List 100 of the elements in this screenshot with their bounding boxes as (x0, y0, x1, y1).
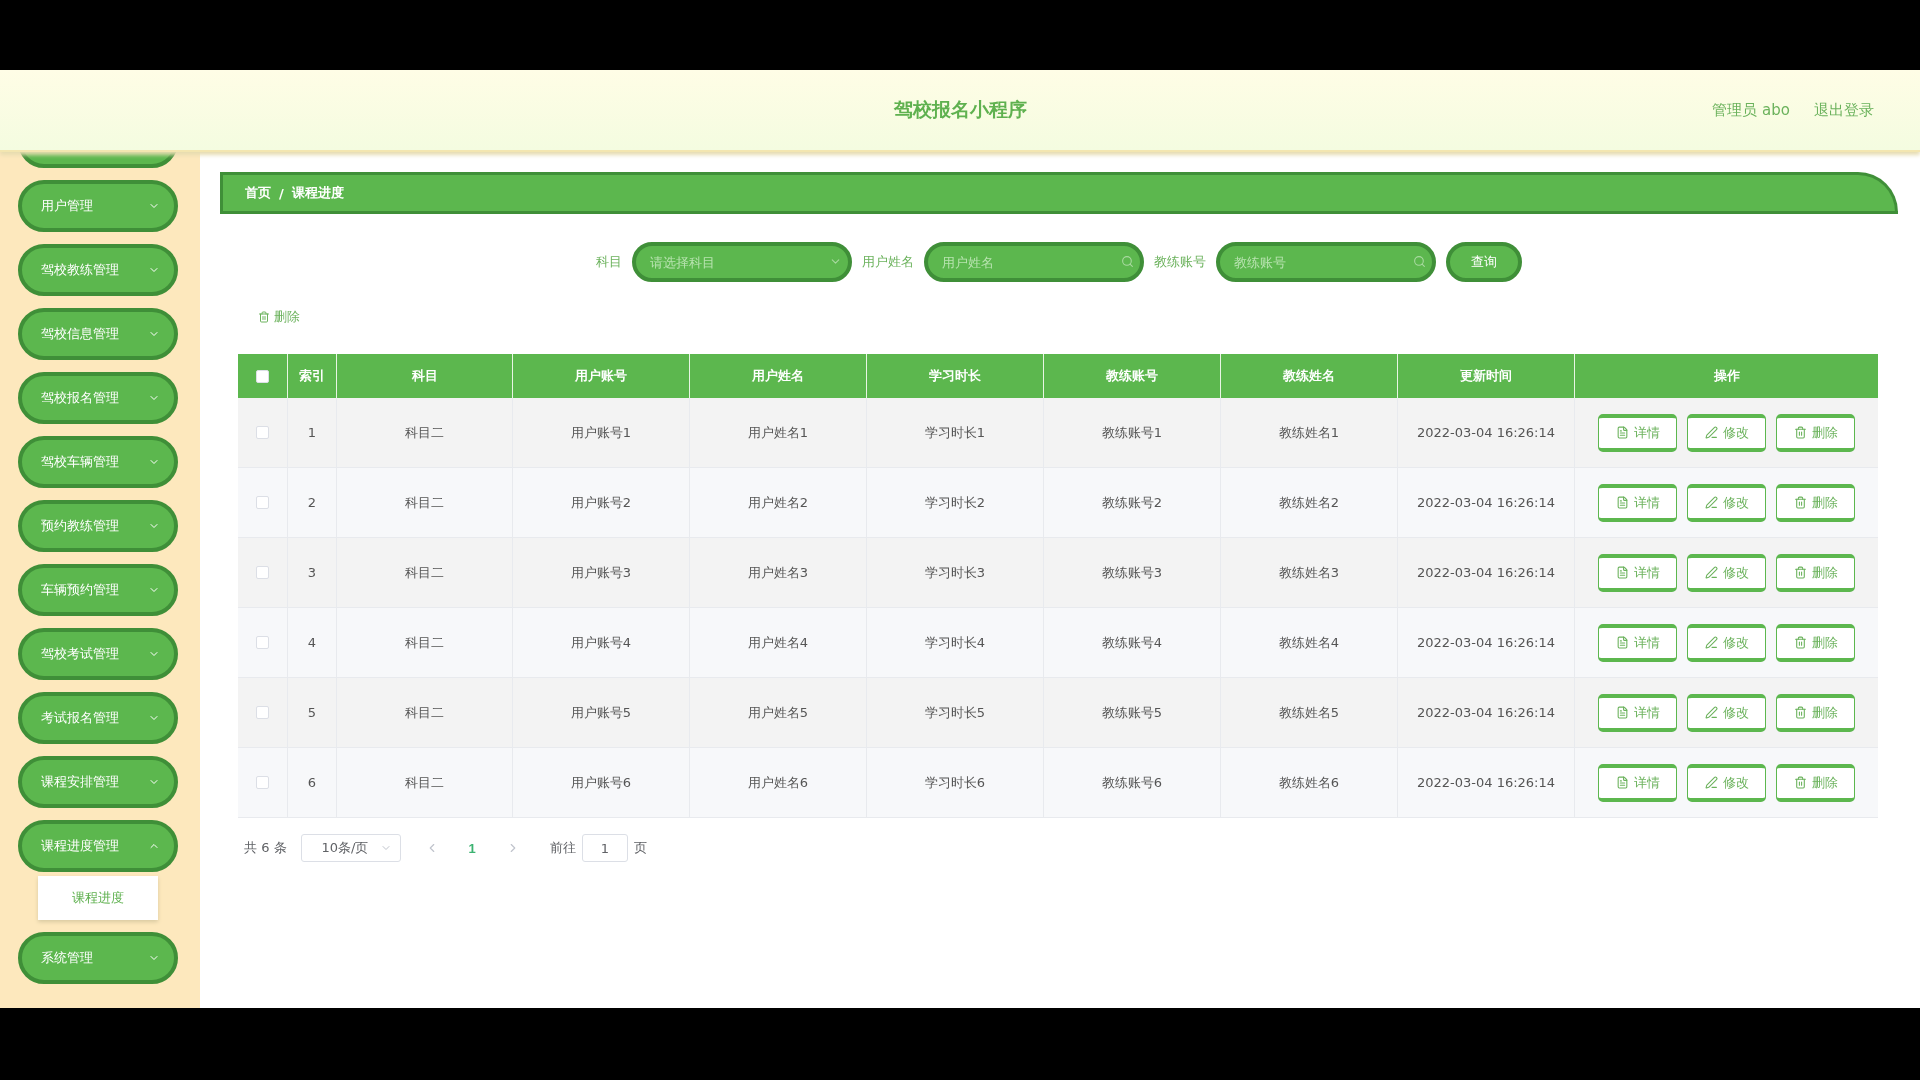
table-cell: 教练账号3 (1044, 538, 1221, 607)
menu-item[interactable]: 驾校考试管理 (18, 628, 178, 680)
breadcrumb-separator: / (279, 185, 284, 201)
delete-button[interactable]: 删除 (1776, 763, 1855, 802)
pencil-icon (1704, 496, 1718, 509)
table-cell: 学习时长1 (867, 398, 1044, 467)
menu-item[interactable]: 驾校信息管理 (18, 308, 178, 360)
query-button[interactable]: 查询 (1446, 242, 1522, 282)
table-cell: 学习时长3 (867, 538, 1044, 607)
pencil-icon (1704, 566, 1718, 579)
delete-button[interactable]: 删除 (1776, 483, 1855, 522)
edit-button[interactable]: 修改 (1687, 693, 1766, 732)
app-title: 驾校报名小程序 (893, 97, 1027, 122)
table-cell: 用户姓名1 (690, 398, 867, 467)
search-icon (1413, 255, 1426, 268)
detail-button[interactable]: 详情 (1598, 413, 1677, 452)
table-cell: 2022-03-04 16:26:14 (1398, 748, 1575, 817)
checkbox[interactable] (256, 426, 269, 439)
table-cell: 科目二 (337, 748, 513, 817)
checkbox[interactable] (256, 706, 269, 719)
field-label: 教练账号 (1154, 253, 1206, 271)
page-input[interactable]: 1 (581, 834, 628, 862)
table-cell: 教练账号5 (1044, 678, 1221, 747)
table-cell: 学习时长6 (867, 748, 1044, 817)
delete-button[interactable]: 删除 (1776, 623, 1855, 662)
table-cell: 1 (288, 398, 337, 467)
table-cell: 2022-03-04 16:26:14 (1398, 398, 1575, 467)
page-unit: 页 (633, 839, 647, 857)
table-cell: 科目二 (337, 468, 513, 537)
pencil-icon (1704, 776, 1718, 789)
page-number[interactable]: 1 (462, 840, 482, 856)
select-field[interactable]: 请选择科目 (632, 242, 852, 282)
table-cell: 教练账号1 (1044, 398, 1221, 467)
checkbox[interactable] (256, 776, 269, 789)
menu-item[interactable]: 驾校报名管理 (18, 372, 178, 424)
edit-button[interactable]: 修改 (1687, 413, 1766, 452)
menu-item[interactable]: 车辆预约管理 (18, 564, 178, 616)
detail-button[interactable]: 详情 (1598, 623, 1677, 662)
table-cell: 5 (288, 678, 337, 747)
menu-item[interactable]: 课程安排管理 (18, 756, 178, 808)
edit-button[interactable]: 修改 (1687, 483, 1766, 522)
table-cell: 教练姓名2 (1221, 468, 1398, 537)
search-field[interactable]: 用户姓名 (924, 242, 1144, 282)
table-cell: 教练姓名5 (1221, 678, 1398, 747)
detail-button[interactable]: 详情 (1598, 763, 1677, 802)
table-cell: 2022-03-04 16:26:14 (1398, 538, 1575, 607)
table-cell: 用户账号4 (513, 608, 690, 677)
document-icon (1615, 426, 1629, 439)
document-icon (1615, 706, 1629, 719)
table-cell: 2022-03-04 16:26:14 (1398, 468, 1575, 537)
logout-link[interactable]: 退出登录 (1814, 100, 1874, 120)
submenu-item[interactable]: 课程进度 (38, 876, 158, 920)
table-cell: 2022-03-04 16:26:14 (1398, 678, 1575, 747)
document-icon (1615, 776, 1629, 789)
edit-button[interactable]: 修改 (1687, 623, 1766, 662)
trash-icon (1793, 426, 1807, 439)
search-field[interactable]: 教练账号 (1216, 242, 1436, 282)
page-size-select[interactable]: 10条/页 (300, 834, 401, 862)
table-cell: 2 (288, 468, 337, 537)
table-cell: 科目二 (337, 678, 513, 747)
checkbox[interactable] (256, 566, 269, 579)
delete-button[interactable]: 删除 (1776, 693, 1855, 732)
menu-item[interactable]: 驾校车辆管理 (18, 436, 178, 488)
table-cell: 用户姓名6 (690, 748, 867, 817)
edit-button[interactable]: 修改 (1687, 553, 1766, 592)
delete-link[interactable]: 删除 (258, 308, 300, 326)
menu-item[interactable]: 课程进度管理 (18, 820, 178, 872)
table-cell: 用户账号2 (513, 468, 690, 537)
menu-item[interactable]: 用户管理 (18, 180, 178, 232)
table-cell: 教练账号2 (1044, 468, 1221, 537)
menu-item[interactable]: 系统管理 (18, 932, 178, 984)
menu-item[interactable]: 驾校教练管理 (18, 244, 178, 296)
table-cell: 用户姓名2 (690, 468, 867, 537)
table-cell: 教练姓名6 (1221, 748, 1398, 817)
table-cell: 用户账号3 (513, 538, 690, 607)
column-header: 操作 (1712, 367, 1741, 385)
breadcrumb-item: 课程进度 (291, 184, 344, 202)
checkbox[interactable] (256, 369, 269, 383)
table-cell: 学习时长4 (867, 608, 1044, 677)
detail-button[interactable]: 详情 (1598, 483, 1677, 522)
edit-button[interactable]: 修改 (1687, 763, 1766, 802)
menu-item[interactable]: 预约教练管理 (18, 500, 178, 552)
table-cell: 用户账号5 (513, 678, 690, 747)
checkbox[interactable] (256, 496, 269, 509)
pencil-icon (1704, 706, 1718, 719)
table-cell: 4 (288, 608, 337, 677)
breadcrumb-item[interactable]: 首页 (245, 184, 271, 202)
delete-button[interactable]: 删除 (1776, 553, 1855, 592)
table-cell: 科目二 (337, 608, 513, 677)
table-cell: 6 (288, 748, 337, 817)
trash-icon (1793, 566, 1807, 579)
total-count: 共 6 条 (244, 839, 287, 857)
menu-item[interactable]: 考试报名管理 (18, 692, 178, 744)
delete-button[interactable]: 删除 (1776, 413, 1855, 452)
trash-icon (1793, 496, 1807, 509)
document-icon (1615, 636, 1629, 649)
table-cell: 学习时长5 (867, 678, 1044, 747)
detail-button[interactable]: 详情 (1598, 693, 1677, 732)
detail-button[interactable]: 详情 (1598, 553, 1677, 592)
checkbox[interactable] (256, 636, 269, 649)
